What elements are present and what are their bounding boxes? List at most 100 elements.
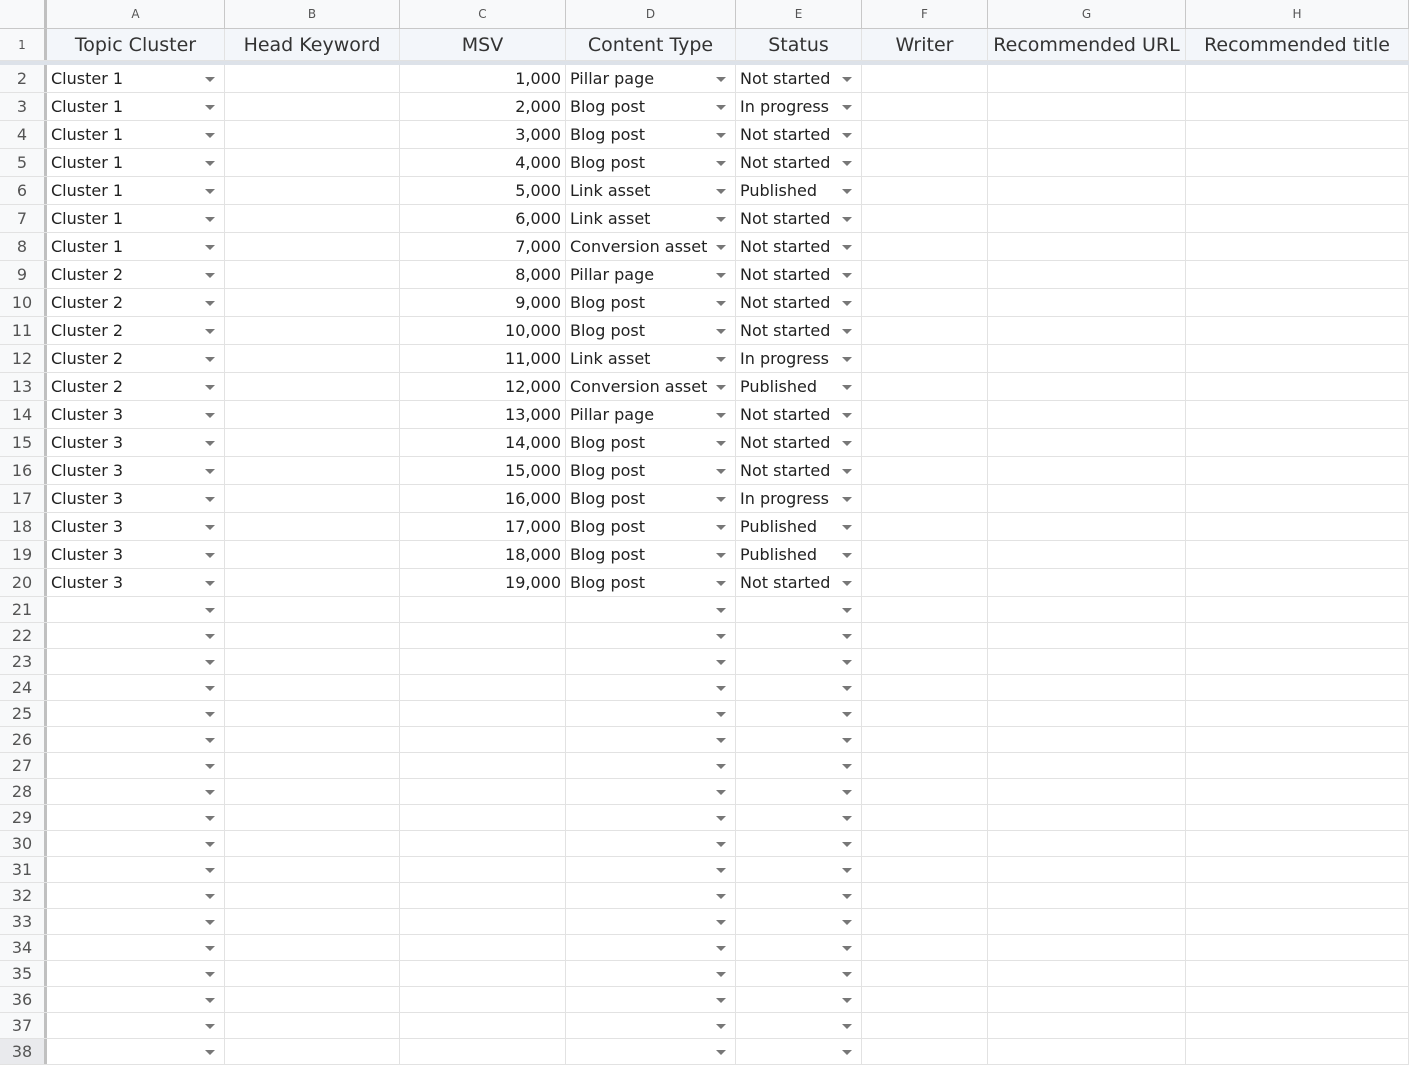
status-dropdown[interactable] xyxy=(736,857,862,882)
status-dropdown[interactable] xyxy=(736,987,862,1012)
topic-cluster-dropdown[interactable] xyxy=(47,753,225,778)
content-type-dropdown[interactable]: Blog post xyxy=(566,569,736,596)
status-dropdown[interactable]: Not started xyxy=(736,121,862,148)
topic-cluster-dropdown[interactable] xyxy=(47,909,225,934)
content-type-dropdown[interactable] xyxy=(566,935,736,960)
msv-cell[interactable] xyxy=(400,1013,566,1038)
content-type-dropdown[interactable] xyxy=(566,753,736,778)
topic-cluster-dropdown[interactable]: Cluster 2 xyxy=(47,289,225,316)
header-writer[interactable]: Writer xyxy=(862,29,988,60)
row-number[interactable]: 30 xyxy=(0,831,47,856)
recommended-title-cell[interactable] xyxy=(1186,93,1409,120)
recommended-title-cell[interactable] xyxy=(1186,401,1409,428)
row-number[interactable]: 5 xyxy=(0,149,47,176)
content-type-dropdown[interactable]: Blog post xyxy=(566,513,736,540)
head-keyword-cell[interactable] xyxy=(225,373,400,400)
msv-cell[interactable]: 10,000 xyxy=(400,317,566,344)
row-number[interactable]: 27 xyxy=(0,753,47,778)
writer-cell[interactable] xyxy=(862,177,988,204)
row-number[interactable]: 10 xyxy=(0,289,47,316)
recommended-title-cell[interactable] xyxy=(1186,909,1409,934)
recommended-url-cell[interactable] xyxy=(988,987,1186,1012)
row-number[interactable]: 6 xyxy=(0,177,47,204)
head-keyword-cell[interactable] xyxy=(225,1039,400,1064)
row-number[interactable]: 35 xyxy=(0,961,47,986)
msv-cell[interactable]: 14,000 xyxy=(400,429,566,456)
recommended-url-cell[interactable] xyxy=(988,429,1186,456)
header-recommended-url[interactable]: Recommended URL xyxy=(988,29,1186,60)
row-number[interactable]: 9 xyxy=(0,261,47,288)
recommended-title-cell[interactable] xyxy=(1186,233,1409,260)
msv-cell[interactable]: 3,000 xyxy=(400,121,566,148)
head-keyword-cell[interactable] xyxy=(225,597,400,622)
msv-cell[interactable]: 5,000 xyxy=(400,177,566,204)
content-type-dropdown[interactable] xyxy=(566,1013,736,1038)
topic-cluster-dropdown[interactable] xyxy=(47,857,225,882)
recommended-url-cell[interactable] xyxy=(988,701,1186,726)
head-keyword-cell[interactable] xyxy=(225,701,400,726)
content-type-dropdown[interactable]: Blog post xyxy=(566,121,736,148)
row-number[interactable]: 12 xyxy=(0,345,47,372)
status-dropdown[interactable] xyxy=(736,831,862,856)
writer-cell[interactable] xyxy=(862,289,988,316)
topic-cluster-dropdown[interactable]: Cluster 1 xyxy=(47,233,225,260)
topic-cluster-dropdown[interactable]: Cluster 2 xyxy=(47,261,225,288)
row-number[interactable]: 36 xyxy=(0,987,47,1012)
topic-cluster-dropdown[interactable]: Cluster 1 xyxy=(47,65,225,92)
recommended-title-cell[interactable] xyxy=(1186,987,1409,1012)
content-type-dropdown[interactable]: Blog post xyxy=(566,317,736,344)
head-keyword-cell[interactable] xyxy=(225,205,400,232)
column-header-h[interactable]: H xyxy=(1186,0,1409,28)
topic-cluster-dropdown[interactable]: Cluster 1 xyxy=(47,93,225,120)
row-number[interactable]: 22 xyxy=(0,623,47,648)
writer-cell[interactable] xyxy=(862,597,988,622)
head-keyword-cell[interactable] xyxy=(225,345,400,372)
writer-cell[interactable] xyxy=(862,935,988,960)
recommended-title-cell[interactable] xyxy=(1186,831,1409,856)
writer-cell[interactable] xyxy=(862,909,988,934)
status-dropdown[interactable] xyxy=(736,1039,862,1064)
row-number[interactable]: 23 xyxy=(0,649,47,674)
recommended-title-cell[interactable] xyxy=(1186,961,1409,986)
status-dropdown[interactable] xyxy=(736,675,862,700)
msv-cell[interactable] xyxy=(400,597,566,622)
status-dropdown[interactable]: In progress xyxy=(736,345,862,372)
msv-cell[interactable]: 16,000 xyxy=(400,485,566,512)
row-number[interactable]: 2 xyxy=(0,65,47,92)
content-type-dropdown[interactable]: Link asset xyxy=(566,177,736,204)
content-type-dropdown[interactable]: Blog post xyxy=(566,289,736,316)
writer-cell[interactable] xyxy=(862,857,988,882)
recommended-url-cell[interactable] xyxy=(988,457,1186,484)
row-number[interactable]: 3 xyxy=(0,93,47,120)
writer-cell[interactable] xyxy=(862,345,988,372)
head-keyword-cell[interactable] xyxy=(225,675,400,700)
topic-cluster-dropdown[interactable]: Cluster 3 xyxy=(47,401,225,428)
msv-cell[interactable]: 2,000 xyxy=(400,93,566,120)
row-number[interactable]: 13 xyxy=(0,373,47,400)
row-number[interactable]: 31 xyxy=(0,857,47,882)
content-type-dropdown[interactable] xyxy=(566,675,736,700)
topic-cluster-dropdown[interactable] xyxy=(47,597,225,622)
recommended-url-cell[interactable] xyxy=(988,909,1186,934)
writer-cell[interactable] xyxy=(862,987,988,1012)
msv-cell[interactable]: 18,000 xyxy=(400,541,566,568)
status-dropdown[interactable]: Not started xyxy=(736,569,862,596)
recommended-title-cell[interactable] xyxy=(1186,779,1409,804)
recommended-title-cell[interactable] xyxy=(1186,935,1409,960)
recommended-title-cell[interactable] xyxy=(1186,701,1409,726)
recommended-url-cell[interactable] xyxy=(988,261,1186,288)
recommended-url-cell[interactable] xyxy=(988,1039,1186,1064)
column-header-d[interactable]: D xyxy=(566,0,736,28)
recommended-url-cell[interactable] xyxy=(988,401,1186,428)
writer-cell[interactable] xyxy=(862,541,988,568)
writer-cell[interactable] xyxy=(862,429,988,456)
header-msv[interactable]: MSV xyxy=(400,29,566,60)
topic-cluster-dropdown[interactable] xyxy=(47,675,225,700)
msv-cell[interactable] xyxy=(400,779,566,804)
status-dropdown[interactable]: Published xyxy=(736,177,862,204)
recommended-title-cell[interactable] xyxy=(1186,883,1409,908)
writer-cell[interactable] xyxy=(862,805,988,830)
status-dropdown[interactable] xyxy=(736,935,862,960)
recommended-url-cell[interactable] xyxy=(988,289,1186,316)
status-dropdown[interactable]: Not started xyxy=(736,289,862,316)
